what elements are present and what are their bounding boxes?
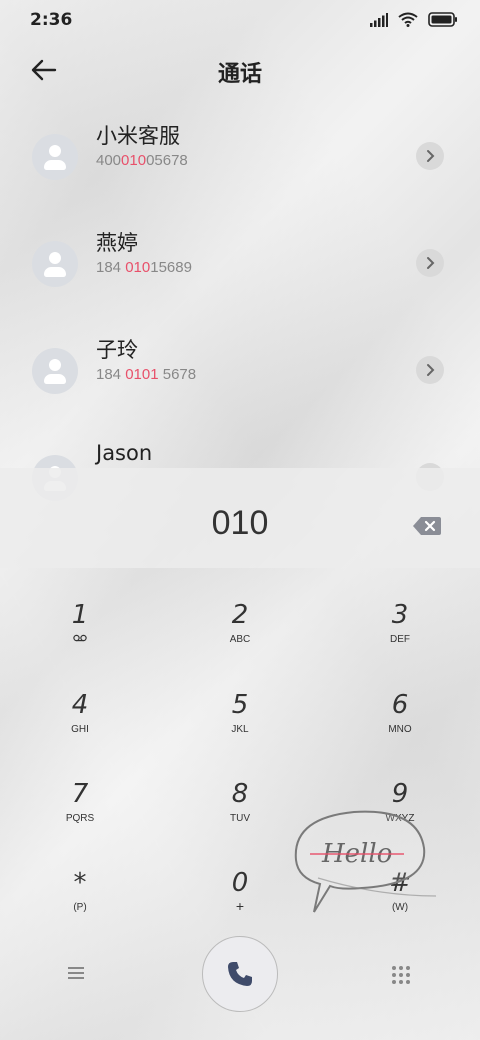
status-time: 2:36 — [30, 10, 73, 30]
chevron-right-icon — [427, 257, 435, 269]
contact-number: 184 01015689 — [96, 259, 192, 276]
key-3[interactable]: 3 DEF — [340, 600, 460, 676]
bottom-bar — [0, 930, 480, 1020]
menu-icon — [68, 967, 84, 979]
battery-icon — [428, 12, 457, 27]
wifi-icon — [398, 12, 418, 27]
backspace-icon — [413, 517, 441, 535]
call-button[interactable] — [202, 936, 278, 1012]
contact-name: 子玲 — [96, 338, 138, 362]
keypad-toggle-button[interactable] — [390, 964, 414, 988]
key-4[interactable]: 4 GHI — [20, 690, 140, 766]
status-bar: 2:36 — [0, 0, 480, 42]
voicemail-icon — [73, 634, 87, 642]
key-7[interactable]: 7 PQRS — [20, 779, 140, 855]
signal-icon — [370, 12, 388, 27]
chevron-right-icon — [427, 150, 435, 162]
keypad-icon — [392, 966, 410, 984]
contact-detail-button[interactable] — [416, 249, 444, 277]
key-5[interactable]: 5 JKL — [180, 690, 300, 766]
key-1[interactable]: 1 — [20, 600, 140, 676]
menu-button[interactable] — [66, 964, 90, 984]
key-6[interactable]: 6 MNO — [340, 690, 460, 766]
contact-item[interactable]: 子玲 184 0101 5678 — [0, 324, 480, 420]
phone-icon — [228, 962, 252, 986]
dialed-number: 010 — [211, 504, 269, 542]
contact-detail-button[interactable] — [416, 356, 444, 384]
hello-sticker: Hello — [294, 810, 436, 913]
number-display-bar: 010 — [0, 468, 480, 568]
chevron-right-icon — [427, 364, 435, 376]
header: 通话 — [0, 48, 480, 94]
avatar — [32, 348, 78, 394]
contact-item[interactable]: 小米客服 40001005678 — [0, 110, 480, 206]
contact-number: 40001005678 — [96, 152, 188, 169]
contact-name: 燕婷 — [96, 231, 138, 255]
avatar — [32, 134, 78, 180]
backspace-button[interactable] — [412, 516, 442, 536]
key-8[interactable]: 8 TUV — [180, 779, 300, 855]
contact-name: 小米客服 — [96, 124, 180, 148]
contact-number: 184 0101 5678 — [96, 366, 197, 383]
status-icons — [370, 12, 458, 27]
contact-detail-button[interactable] — [416, 142, 444, 170]
avatar — [32, 241, 78, 287]
contact-item[interactable]: 燕婷 184 01015689 — [0, 217, 480, 313]
page-title: 通话 — [217, 62, 262, 87]
contact-name: Jason — [96, 441, 153, 465]
key-2[interactable]: 2 ABC — [180, 600, 300, 676]
